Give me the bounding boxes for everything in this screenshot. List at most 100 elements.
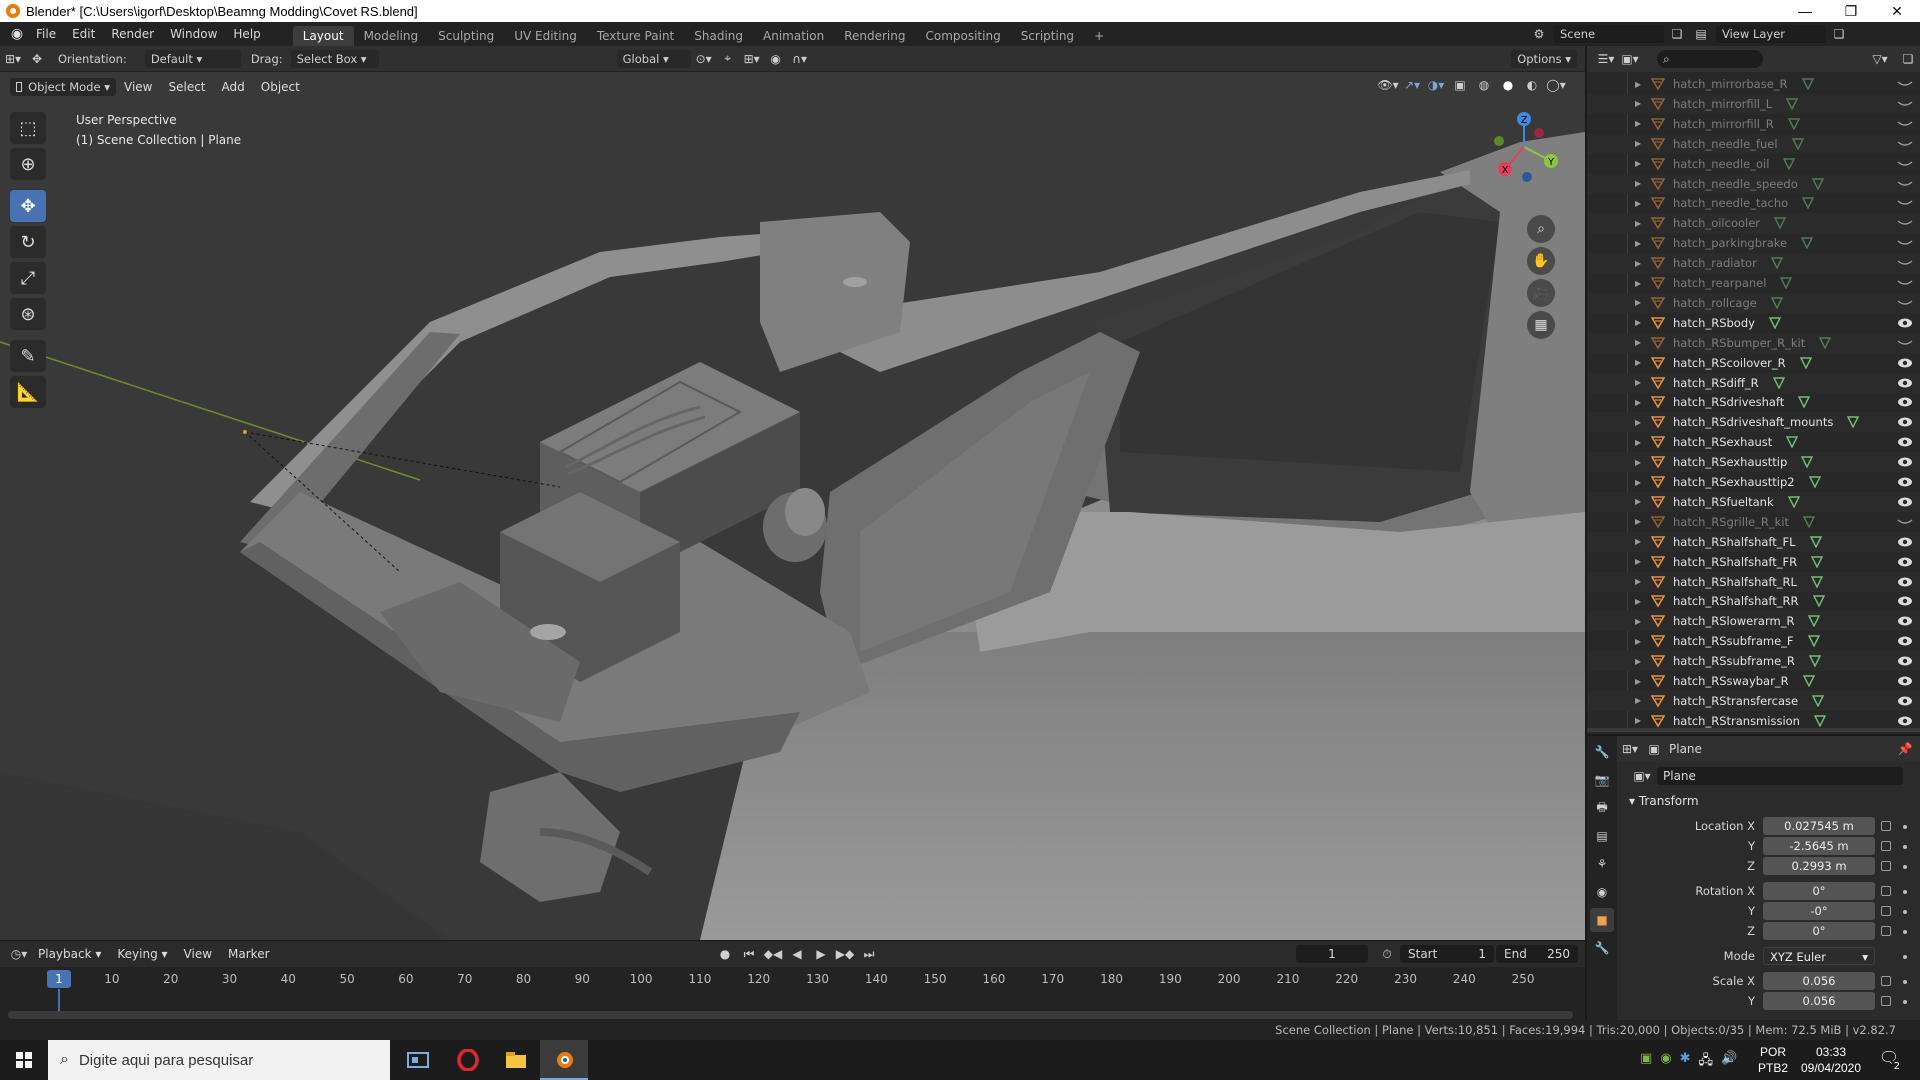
eye-closed-icon[interactable] — [1897, 217, 1913, 229]
properties-editor-type-icon[interactable]: ⊞▾ — [1619, 740, 1641, 758]
outliner-item[interactable]: ▶ hatch_RShalfshaft_FR — [1587, 552, 1920, 572]
rotation-mode-dropdown[interactable]: XYZ Euler ▾ — [1763, 947, 1875, 965]
scene-selector[interactable]: Scene — [1554, 25, 1664, 43]
eye-closed-icon[interactable] — [1897, 237, 1913, 249]
mesh-data-icon[interactable] — [1847, 416, 1860, 429]
outliner-item[interactable]: ▶ hatch_mirrorfill_L — [1587, 93, 1920, 114]
outliner-item[interactable]: ▶ hatch_mirrorfill_R — [1587, 114, 1920, 134]
zoom-icon[interactable]: ⌕ — [1527, 215, 1555, 243]
start-frame-field[interactable]: Start 1 — [1400, 945, 1494, 963]
pan-hand-icon[interactable]: ✋ — [1527, 247, 1555, 275]
menu-keying[interactable]: Keying ▾ — [109, 947, 175, 961]
timeline-editor-type-icon[interactable]: ◷▾ — [8, 945, 30, 963]
eye-closed-icon[interactable] — [1897, 118, 1913, 130]
tab-layout[interactable]: Layout — [292, 26, 354, 46]
expand-arrow-icon[interactable]: ▶ — [1635, 159, 1641, 168]
keyframe-dot-icon[interactable] — [1903, 825, 1907, 829]
eye-closed-icon[interactable] — [1897, 138, 1913, 150]
mesh-data-icon[interactable] — [1772, 376, 1785, 389]
expand-arrow-icon[interactable]: ▶ — [1635, 716, 1641, 725]
keyframe-dot-icon[interactable] — [1903, 865, 1907, 869]
output-tab-icon[interactable]: 🖶 — [1590, 796, 1614, 820]
solid-shading-icon[interactable]: ● — [1497, 76, 1519, 94]
outliner-item[interactable]: ▶ hatch_mirrorbase_R — [1587, 74, 1920, 94]
measure-tool-icon[interactable]: 📐 — [10, 376, 46, 408]
outliner-item[interactable]: ▶ hatch_RShalfshaft_FL — [1587, 531, 1920, 552]
record-icon[interactable]: ● — [714, 945, 736, 963]
3d-viewport[interactable]: Object Mode ▾ View Select Add Object 👁▾ … — [0, 72, 1585, 940]
eye-open-icon[interactable] — [1897, 456, 1913, 468]
menu-marker[interactable]: Marker — [220, 947, 277, 961]
eye-closed-icon[interactable] — [1897, 277, 1913, 289]
expand-arrow-icon[interactable]: ▶ — [1635, 338, 1641, 347]
menu-playback[interactable]: Playback ▾ — [30, 947, 109, 961]
select-box-tool-icon[interactable]: ⬚ — [10, 112, 46, 144]
keyframe-dot-icon[interactable] — [1903, 980, 1907, 984]
outliner-item[interactable]: ▶ hatch_radiator — [1587, 253, 1920, 274]
display-mode-icon[interactable]: ▣▾ — [1619, 50, 1641, 68]
volume-icon[interactable]: 🔊 — [1721, 1051, 1737, 1073]
expand-arrow-icon[interactable]: ▶ — [1635, 80, 1641, 89]
preview-range-icon[interactable]: ⏱ — [1376, 945, 1398, 963]
tab-modeling[interactable]: Modeling — [354, 26, 429, 46]
expand-arrow-icon[interactable]: ▶ — [1635, 219, 1641, 228]
eye-open-icon[interactable] — [1897, 317, 1913, 329]
scale-x-field[interactable]: 0.056 — [1763, 972, 1875, 990]
axis-gizmo[interactable]: Z Y X — [1469, 97, 1579, 207]
expand-arrow-icon[interactable]: ▶ — [1635, 279, 1641, 288]
outliner-item[interactable]: ▶ hatch_RShalfshaft_RL — [1587, 571, 1920, 592]
minimize-button[interactable]: — — [1782, 0, 1828, 22]
mesh-data-icon[interactable] — [1786, 436, 1799, 449]
menu-select[interactable]: Select — [160, 80, 213, 94]
mesh-data-icon[interactable] — [1783, 157, 1796, 170]
eye-open-icon[interactable] — [1897, 715, 1913, 727]
rotation-y-field[interactable]: -0° — [1763, 902, 1875, 920]
expand-arrow-icon[interactable]: ▶ — [1635, 239, 1641, 248]
outliner-item[interactable]: ▶ hatch_RSsubframe_R — [1587, 651, 1920, 672]
move-tool-icon[interactable]: ✥ — [26, 50, 48, 68]
tab-compositing[interactable]: Compositing — [915, 26, 1010, 46]
menu-add[interactable]: Add — [214, 80, 253, 94]
mesh-data-icon[interactable] — [1791, 137, 1804, 150]
keyframe-dot-icon[interactable] — [1903, 910, 1907, 914]
close-button[interactable]: ✕ — [1874, 0, 1920, 22]
xray-icon[interactable]: ▣ — [1449, 76, 1471, 94]
expand-arrow-icon[interactable]: ▶ — [1635, 199, 1641, 208]
eye-closed-icon[interactable] — [1897, 197, 1913, 209]
transform-tool-icon[interactable]: ⊛ — [10, 298, 46, 330]
new-scene-icon[interactable]: ❏ — [1666, 25, 1688, 43]
outliner-editor-type-icon[interactable]: ☰▾ — [1595, 50, 1617, 68]
mesh-data-icon[interactable] — [1787, 118, 1800, 130]
menu-view[interactable]: View — [116, 80, 160, 94]
mesh-data-icon[interactable] — [1813, 715, 1826, 727]
mesh-data-icon[interactable] — [1812, 595, 1825, 608]
expand-arrow-icon[interactable]: ▶ — [1635, 677, 1641, 686]
task-view-icon[interactable] — [394, 1040, 442, 1080]
input-language[interactable]: POR PTB2 — [1758, 1044, 1788, 1076]
pivot-icon[interactable]: ⊙▾ — [693, 50, 715, 68]
lock-icon[interactable] — [1881, 886, 1891, 896]
mesh-data-icon[interactable] — [1786, 98, 1799, 110]
expand-arrow-icon[interactable]: ▶ — [1635, 478, 1641, 487]
eye-open-icon[interactable] — [1897, 576, 1913, 588]
keyframe-dot-icon[interactable] — [1903, 930, 1907, 934]
expand-arrow-icon[interactable]: ▶ — [1635, 637, 1641, 646]
view-layer-tab-icon[interactable]: ▤ — [1590, 824, 1614, 848]
eye-open-icon[interactable] — [1897, 496, 1913, 508]
car-mesh-render[interactable] — [0, 72, 1585, 940]
lock-icon[interactable] — [1881, 821, 1891, 831]
menu-render[interactable]: Render — [103, 22, 162, 46]
rendered-shading-icon[interactable]: ◯▾ — [1545, 76, 1567, 94]
outliner-item[interactable]: ▶ hatch_needle_oil — [1587, 154, 1920, 174]
outliner-item[interactable]: ▶ hatch_parkingbrake — [1587, 233, 1920, 253]
mesh-data-icon[interactable] — [1780, 277, 1793, 289]
editor-type-icon[interactable]: ⊞▾ — [2, 50, 24, 68]
mesh-data-icon[interactable] — [1808, 476, 1821, 488]
scale-y-field[interactable]: 0.056 — [1763, 992, 1875, 1010]
playhead-frame[interactable]: 1 — [47, 970, 71, 988]
expand-arrow-icon[interactable]: ▶ — [1635, 418, 1641, 427]
expand-arrow-icon[interactable]: ▶ — [1635, 617, 1641, 626]
location-z-field[interactable]: 0.2993 m — [1763, 857, 1875, 875]
expand-arrow-icon[interactable]: ▶ — [1635, 537, 1641, 546]
object-data-icon[interactable]: ▣▾ — [1631, 767, 1653, 785]
